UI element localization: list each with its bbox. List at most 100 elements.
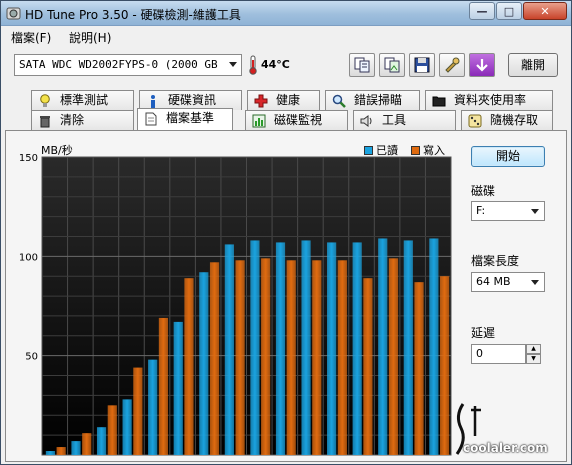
delay-input[interactable]: 0 [471,344,526,364]
drive-select[interactable]: SATA WDC WD2002FYPS-0 (2000 GB [14,54,242,76]
write-bar [414,282,424,455]
read-bar [429,238,439,455]
bar-chart-icon [252,114,266,128]
window-title: HD Tune Pro 3.50 - 硬碟檢測-維護工具 [25,8,241,22]
y-axis-unit-label: MB/秒 [41,144,73,157]
write-bar [261,258,271,455]
write-bar [184,278,194,455]
disk-label: 磁碟 [471,184,496,198]
read-bar [148,359,158,455]
download-button[interactable] [469,53,495,77]
tab-tools[interactable]: 工具 [353,110,456,130]
delay-spinner[interactable]: ▲ ▼ [526,344,541,364]
y-tick-label: 150 [19,153,38,164]
tab-disk-monitor[interactable]: 磁碟監視 [245,110,348,130]
tab-random-access[interactable]: 隨機存取 [461,110,553,130]
app-window: HD Tune Pro 3.50 - 硬碟檢測-維護工具 — □ ✕ 檔案(F)… [0,0,572,465]
menu-file[interactable]: 檔案(F) [11,29,51,46]
legend-read-swatch [364,145,373,155]
legend-read: 已讀 [364,142,398,158]
read-bar [250,240,260,455]
legend-write-label: 寫入 [423,144,445,157]
read-bar [352,242,362,455]
write-bar [158,317,169,455]
menu-bar: 檔案(F) 說明(H) [1,27,571,47]
write-bar [82,433,92,455]
read-bar [173,321,183,455]
tab-info[interactable]: 硬碟資訊 [139,90,242,110]
save-button[interactable] [409,53,435,77]
tab-label: 檔案基準 [166,111,215,125]
tab-label: 健康 [276,93,301,107]
write-bar [286,260,296,455]
tab-file-benchmark[interactable]: 檔案基準 [137,108,233,130]
legend-read-label: 已讀 [376,144,398,157]
read-bar [96,427,107,455]
tab-label: 工具 [382,113,407,127]
watermark-text: coolaler.com [463,441,548,455]
read-bar [224,244,234,455]
arrow-down-icon [476,59,488,72]
maximize-button[interactable]: □ [496,2,522,20]
folder-icon [432,96,446,107]
y-tick-label: 100 [19,252,38,263]
y-tick-label: 50 [25,352,38,363]
tab-health[interactable]: 健康 [247,90,320,110]
benchmark-chart: 150 100 50 [19,153,452,456]
tab-label: 隨機存取 [490,113,539,127]
read-bar [403,240,413,455]
drive-select-value: SATA WDC WD2002FYPS-0 (2000 GB [19,58,218,71]
read-bar [275,242,286,455]
tab-label: 資料夾使用率 [454,93,527,107]
trash-icon [40,116,50,128]
delay-label: 延遲 [471,326,496,340]
write-bar [337,260,347,455]
copy-icon [354,57,370,73]
tab-erase[interactable]: 清除 [31,110,134,130]
minimize-button[interactable]: — [469,2,495,20]
tools-icon [445,57,460,73]
disk-select[interactable]: F: [471,201,545,221]
toolbar: SATA WDC WD2002FYPS-0 (2000 GB 44°C 離開 [1,47,571,87]
write-bar [312,260,322,455]
chevron-down-icon [531,280,539,285]
exit-button[interactable]: 離開 [508,53,558,77]
floppy-disk-icon [414,57,430,73]
tab-label: 磁碟監視 [274,113,323,127]
speaker-icon [360,115,372,127]
copy-text-button[interactable] [349,53,375,77]
legend-write-swatch [411,145,420,155]
write-bar [363,278,373,455]
spin-up-button[interactable]: ▲ [526,344,541,354]
tab-benchmark[interactable]: 標準測試 [31,90,134,110]
tab-label: 清除 [60,113,85,127]
options-button[interactable] [439,53,465,77]
dice-icon [468,114,482,128]
menu-help[interactable]: 說明(H) [69,29,111,46]
tab-folder-usage[interactable]: 資料夾使用率 [425,90,553,110]
write-bar [56,447,66,455]
thermometer-icon [249,55,257,75]
start-button[interactable]: 開始 [471,146,545,167]
magnifier-icon [332,94,346,108]
write-bar [107,405,117,455]
read-bar [327,242,337,455]
read-bar [199,272,209,455]
disk-select-value: F: [476,204,486,217]
file-length-select[interactable]: 64 MB [471,272,545,292]
title-bar[interactable]: HD Tune Pro 3.50 - 硬碟檢測-維護工具 — □ ✕ [1,1,571,26]
write-bar [133,367,143,455]
red-cross-icon [254,94,268,108]
read-bar [71,441,81,455]
read-bar [378,238,388,455]
read-bar [122,399,132,455]
spin-down-button[interactable]: ▼ [526,354,541,364]
document-icon [145,112,157,126]
legend-write: 寫入 [411,142,445,158]
tab-error-scan[interactable]: 錯誤掃瞄 [325,90,420,110]
temperature-readout: 44°C [261,58,290,71]
copy-image-icon [384,57,400,73]
close-button[interactable]: ✕ [523,2,567,20]
copy-screenshot-button[interactable] [379,53,405,77]
chevron-down-icon [531,209,539,214]
